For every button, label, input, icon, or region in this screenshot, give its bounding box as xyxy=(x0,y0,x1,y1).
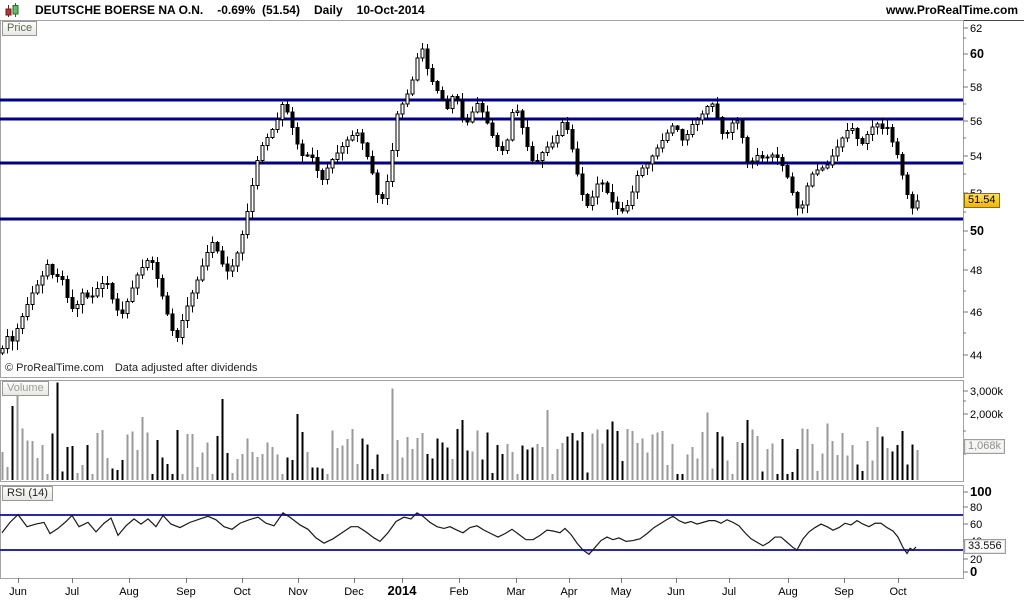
svg-text:44: 44 xyxy=(970,350,982,362)
svg-text:May: May xyxy=(611,586,632,598)
last-volume-badge: 1,068k xyxy=(964,439,1006,454)
right-axis: 626058565452504846443,000k2,000k10080604… xyxy=(963,23,1004,579)
svg-text:46: 46 xyxy=(970,307,982,319)
dividends-note: Data adjusted after dividends xyxy=(114,362,258,374)
svg-text:56: 56 xyxy=(970,116,982,128)
copyright-note: © ProRealTime.com Data adjusted after di… xyxy=(5,362,257,374)
volume-series[interactable] xyxy=(1,382,919,480)
svg-text:Nov: Nov xyxy=(288,586,308,598)
last-rsi-badge: 33.556 xyxy=(964,539,1006,554)
last-price-badge: 51.54 xyxy=(964,193,1000,208)
svg-text:Dec: Dec xyxy=(344,586,364,598)
rsi-band-lines[interactable] xyxy=(0,514,963,551)
rsi-line[interactable] xyxy=(1,512,917,556)
svg-text:2,000k: 2,000k xyxy=(970,409,1004,421)
svg-text:Apr: Apr xyxy=(560,586,577,598)
svg-text:Aug: Aug xyxy=(119,586,139,598)
svg-text:Jun: Jun xyxy=(9,586,27,598)
svg-text:Sep: Sep xyxy=(834,586,854,598)
tab-volume[interactable]: Volume xyxy=(2,381,49,396)
svg-text:Oct: Oct xyxy=(889,586,906,598)
svg-text:54: 54 xyxy=(970,151,982,163)
svg-text:2014: 2014 xyxy=(388,583,418,598)
prorealtime-chart-window: DEUTSCHE BOERSE NA O.N. -0.69% (51.54) D… xyxy=(0,0,1024,600)
svg-text:Aug: Aug xyxy=(778,586,798,598)
svg-text:Feb: Feb xyxy=(450,586,469,598)
svg-text:Oct: Oct xyxy=(233,586,250,598)
price-horizontal-lines[interactable] xyxy=(0,98,963,221)
tab-price[interactable]: Price xyxy=(2,21,38,36)
svg-text:Sep: Sep xyxy=(176,586,196,598)
svg-text:60: 60 xyxy=(970,47,984,61)
svg-text:58: 58 xyxy=(970,82,982,94)
svg-text:Jun: Jun xyxy=(667,586,685,598)
svg-text:60: 60 xyxy=(970,519,982,531)
chart-canvas[interactable]: 626058565452504846443,000k2,000k10080604… xyxy=(0,0,1024,600)
svg-text:80: 80 xyxy=(970,502,982,514)
time-axis: Jun Jul Aug Sep Oct Nov Dec 2014 Feb Mar Apr May Jun… xyxy=(9,578,907,598)
svg-text:48: 48 xyxy=(970,265,982,277)
svg-text:62: 62 xyxy=(970,23,982,35)
svg-text:3,000k: 3,000k xyxy=(970,386,1004,398)
svg-text:Jul: Jul xyxy=(65,586,79,598)
svg-text:0: 0 xyxy=(970,564,977,579)
copyright-text: © ProRealTime.com xyxy=(5,362,104,374)
svg-text:Jul: Jul xyxy=(722,586,736,598)
candlestick-series[interactable] xyxy=(0,43,920,355)
svg-text:Mar: Mar xyxy=(507,586,526,598)
tab-rsi[interactable]: RSI (14) xyxy=(2,486,53,501)
svg-text:100: 100 xyxy=(970,484,992,499)
svg-text:50: 50 xyxy=(970,224,984,238)
